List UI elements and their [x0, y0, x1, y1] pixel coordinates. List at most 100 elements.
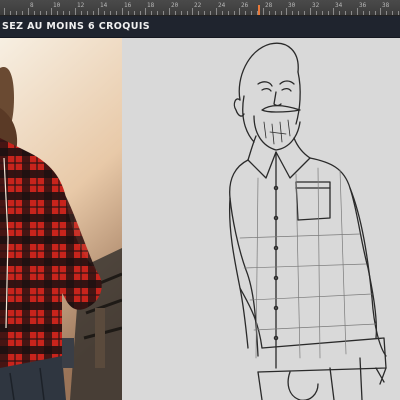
- sketch-jeans: [257, 371, 319, 400]
- ruler-minor-tick: [87, 11, 88, 15]
- ruler-label: 18: [147, 2, 155, 9]
- sketch-head-left: [242, 95, 255, 143]
- ruler-major-tick: [122, 8, 123, 15]
- sketch-shirt-hem: [257, 337, 387, 373]
- ruler-major-tick: [98, 8, 99, 15]
- ruler-label: 34: [335, 2, 343, 9]
- ruler-minor-tick: [104, 11, 105, 15]
- ruler-minor-tick: [128, 11, 129, 15]
- instruction-banner: SEZ AU MOINS 6 CROQUIS: [0, 16, 400, 38]
- ruler-minor-tick: [281, 11, 282, 15]
- ruler-minor-tick: [328, 11, 329, 15]
- ruler-minor-tick: [292, 11, 293, 15]
- ruler-minor-tick: [10, 11, 11, 15]
- ruler-minor-tick: [363, 11, 364, 15]
- drawing-canvas[interactable]: [0, 38, 400, 400]
- ruler-major-tick: [263, 8, 264, 15]
- ruler-major-tick: [192, 8, 193, 15]
- ruler-major-tick: [286, 8, 287, 15]
- ruler-minor-tick: [151, 11, 152, 15]
- ruler-label: 16: [124, 2, 132, 9]
- ruler-minor-tick: [34, 11, 35, 15]
- ruler-minor-tick: [375, 11, 376, 15]
- ruler-label: 38: [382, 2, 390, 9]
- sketch-right-arm: [349, 187, 387, 357]
- sketch-collar: [247, 151, 311, 179]
- ruler-minor-tick: [63, 11, 64, 15]
- ruler-minor-tick: [93, 11, 94, 15]
- ruler-minor-tick: [339, 11, 340, 15]
- ruler-major-tick: [28, 8, 29, 15]
- sketch-head-right: [295, 71, 301, 125]
- ruler-minor-tick: [298, 11, 299, 15]
- ruler-minor-tick: [316, 11, 317, 15]
- ruler-major-tick: [333, 8, 334, 15]
- ruler-major-tick: [169, 8, 170, 15]
- ruler-minor-tick: [57, 11, 58, 15]
- ruler-minor-tick: [275, 11, 276, 15]
- ruler-minor-tick: [40, 11, 41, 15]
- ruler-minor-tick: [392, 11, 393, 15]
- ruler-minor-tick: [228, 11, 229, 15]
- ruler-label: 26: [241, 2, 249, 9]
- ruler-minor-tick: [351, 11, 352, 15]
- ruler-minor-tick: [251, 11, 252, 15]
- ruler-minor-tick: [116, 11, 117, 15]
- ruler-minor-tick: [163, 11, 164, 15]
- sketch-mustache: [261, 104, 301, 113]
- ruler-minor-tick: [304, 11, 305, 15]
- ruler-major-tick: [239, 8, 240, 15]
- ruler-cursor-marker: [258, 5, 260, 15]
- ruler-major-tick: [216, 8, 217, 15]
- sketch-hair: [238, 42, 299, 101]
- ruler-minor-tick: [398, 11, 399, 15]
- ruler-minor-tick: [140, 11, 141, 15]
- ruler-label: 22: [194, 2, 202, 9]
- ruler-label: 8: [30, 2, 34, 9]
- ruler-label: 12: [77, 2, 85, 9]
- ruler-major-tick: [145, 8, 146, 15]
- ruler-minor-tick: [157, 11, 158, 15]
- ruler-major-tick: [75, 8, 76, 15]
- banner-text: SEZ AU MOINS 6 CROQUIS: [2, 21, 151, 32]
- ruler-minor-tick: [386, 11, 387, 15]
- ruler-minor-tick: [46, 11, 47, 15]
- top-ruler[interactable]: 8 10 12 14 16 18 20 22 24 26 28 30 32 34 36 38: [0, 0, 400, 16]
- ruler-minor-tick: [16, 11, 17, 15]
- ruler-label: 32: [312, 2, 320, 9]
- sketch-left-arm: [228, 197, 249, 349]
- ruler-minor-tick: [181, 11, 182, 15]
- ruler-label: 36: [359, 2, 367, 9]
- ruler-minor-tick: [369, 11, 370, 15]
- ruler-minor-tick: [22, 11, 23, 15]
- ruler-major-tick: [357, 8, 358, 15]
- ruler-minor-tick: [322, 11, 323, 15]
- ruler-minor-tick: [269, 11, 270, 15]
- ruler-minor-tick: [187, 11, 188, 15]
- ruler-label: 20: [171, 2, 179, 9]
- ruler-minor-tick: [69, 11, 70, 15]
- ruler-label: 30: [288, 2, 296, 9]
- line-sketch: [228, 42, 387, 400]
- ruler-major-tick: [4, 8, 5, 15]
- ruler-minor-tick: [81, 11, 82, 15]
- ruler-minor-tick: [245, 11, 246, 15]
- ruler-label: 24: [218, 2, 226, 9]
- ruler-label: 14: [100, 2, 108, 9]
- sketch-torso-right: [309, 157, 378, 339]
- sketch-plaid-lines: [239, 233, 377, 331]
- ruler-minor-tick: [175, 11, 176, 15]
- ruler-major-tick: [310, 8, 311, 15]
- ruler-minor-tick: [345, 11, 346, 15]
- ruler-minor-tick: [234, 11, 235, 15]
- ruler-label: 28: [265, 2, 273, 9]
- ruler-minor-tick: [222, 11, 223, 15]
- ruler-minor-tick: [198, 11, 199, 15]
- ruler-minor-tick: [204, 11, 205, 15]
- ruler-minor-tick: [134, 11, 135, 15]
- ruler-minor-tick: [110, 11, 111, 15]
- ruler-major-tick: [380, 8, 381, 15]
- ruler-major-tick: [51, 8, 52, 15]
- ruler-minor-tick: [210, 11, 211, 15]
- ruler-label: 10: [53, 2, 61, 9]
